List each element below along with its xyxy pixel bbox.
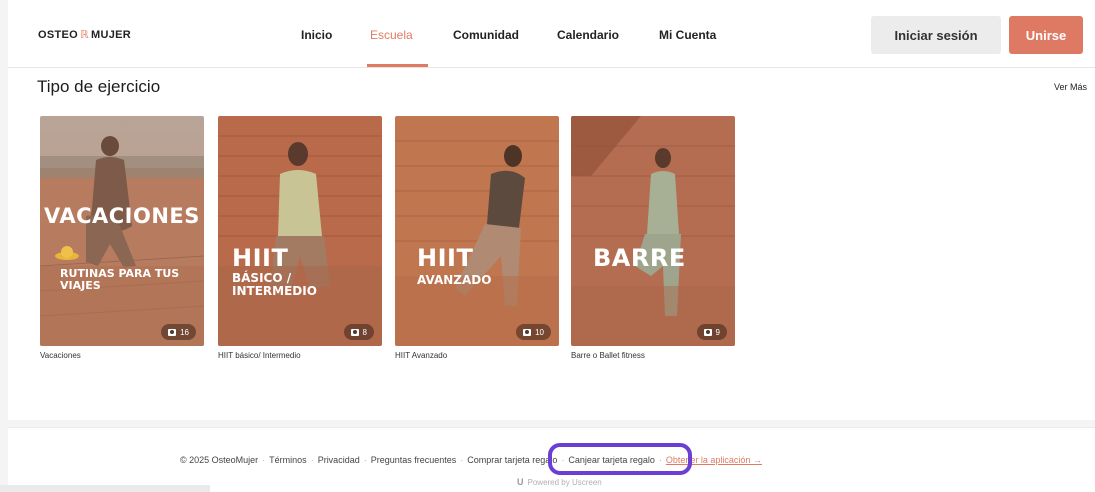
login-button[interactable]: Iniciar sesión (871, 16, 1001, 54)
footer-separator: · (460, 455, 464, 465)
main-content: Tipo de ejercicio Ver Más VACACIONES RUT… (8, 68, 1095, 420)
card-thumbnail (40, 116, 204, 346)
footer-link-faq[interactable]: Preguntas frecuentes (371, 455, 457, 465)
card-overlay-title: VACACIONES (44, 204, 200, 228)
nav-inicio[interactable]: Inicio (301, 28, 332, 42)
join-button[interactable]: Unirse (1009, 16, 1083, 54)
camera-icon (703, 328, 712, 336)
card-overlay-subtitle: RUTINAS PARA TUS VIAJES (60, 267, 180, 292)
site-logo[interactable]: OSTEO ℝ MUJER (38, 28, 132, 42)
footer-separator: · (363, 455, 367, 465)
category-card-hiit-avanzado[interactable]: HIIT AVANZADO 10 (395, 116, 559, 346)
card-overlay-title: HIIT (417, 244, 474, 272)
active-nav-indicator (367, 64, 428, 67)
video-count: 10 (535, 327, 544, 337)
uscreen-logo-icon: U (517, 477, 524, 487)
powered-by[interactable]: U Powered by Uscreen (517, 477, 602, 487)
video-count-badge: 8 (343, 324, 374, 340)
category-card-hiit-basico[interactable]: HIIT BÁSICO / INTERMEDIO 8 (218, 116, 382, 346)
card-overlay-subtitle: BÁSICO / INTERMEDIO (232, 271, 317, 298)
card-label-hiit-basico[interactable]: HIIT básico/ Intermedio (218, 351, 301, 360)
nav-calendario[interactable]: Calendario (557, 28, 619, 42)
video-count: 8 (362, 327, 367, 337)
video-count-badge: 16 (161, 324, 196, 340)
video-count: 9 (715, 327, 720, 337)
footer-separator: · (262, 455, 266, 465)
category-card-vacaciones[interactable]: VACACIONES RUTINAS PARA TUS VIAJES 16 (40, 116, 204, 346)
video-count-badge: 9 (696, 324, 727, 340)
card-thumbnail (571, 116, 735, 346)
logo-mark-icon: ℝ (80, 29, 90, 41)
nav-comunidad[interactable]: Comunidad (453, 28, 519, 42)
video-count-badge: 10 (516, 324, 551, 340)
logo-text-left: OSTEO (38, 28, 79, 41)
card-overlay-title: HIIT (232, 244, 289, 272)
card-label-vacaciones[interactable]: Vacaciones (40, 351, 81, 360)
category-card-barre[interactable]: BARRE 9 (571, 116, 735, 346)
card-overlay-title: BARRE (593, 244, 686, 272)
site-header: OSTEO ℝ MUJER Inicio Escuela Comunidad C… (8, 0, 1095, 68)
camera-icon (350, 328, 359, 336)
see-more-link[interactable]: Ver Más (1054, 82, 1087, 92)
card-label-hiit-avanzado[interactable]: HIIT Avanzado (395, 351, 447, 360)
card-thumbnail (218, 116, 382, 346)
sun-hat-icon (55, 246, 79, 260)
nav-mi-cuenta[interactable]: Mi Cuenta (659, 28, 716, 42)
footer-separator: · (310, 455, 314, 465)
card-label-barre[interactable]: Barre o Ballet fitness (571, 351, 645, 360)
highlight-annotation (548, 443, 692, 475)
card-overlay-subtitle: AVANZADO (417, 273, 492, 287)
logo-text-right: MUJER (91, 28, 132, 41)
footer-link-comprar-tarjeta[interactable]: Comprar tarjeta regalo (467, 455, 557, 465)
section-title: Tipo de ejercicio (37, 77, 161, 96)
footer-copyright: © 2025 OsteoMujer (180, 455, 259, 465)
footer-link-privacidad[interactable]: Privacidad (318, 455, 360, 465)
camera-icon (523, 328, 532, 336)
footer-link-terminos[interactable]: Términos (269, 455, 307, 465)
card-thumbnail (395, 116, 559, 346)
nav-escuela[interactable]: Escuela (370, 28, 413, 42)
camera-icon (168, 328, 177, 336)
bottom-strip (0, 485, 210, 492)
powered-by-text: Powered by Uscreen (527, 477, 602, 487)
video-count: 16 (180, 327, 189, 337)
